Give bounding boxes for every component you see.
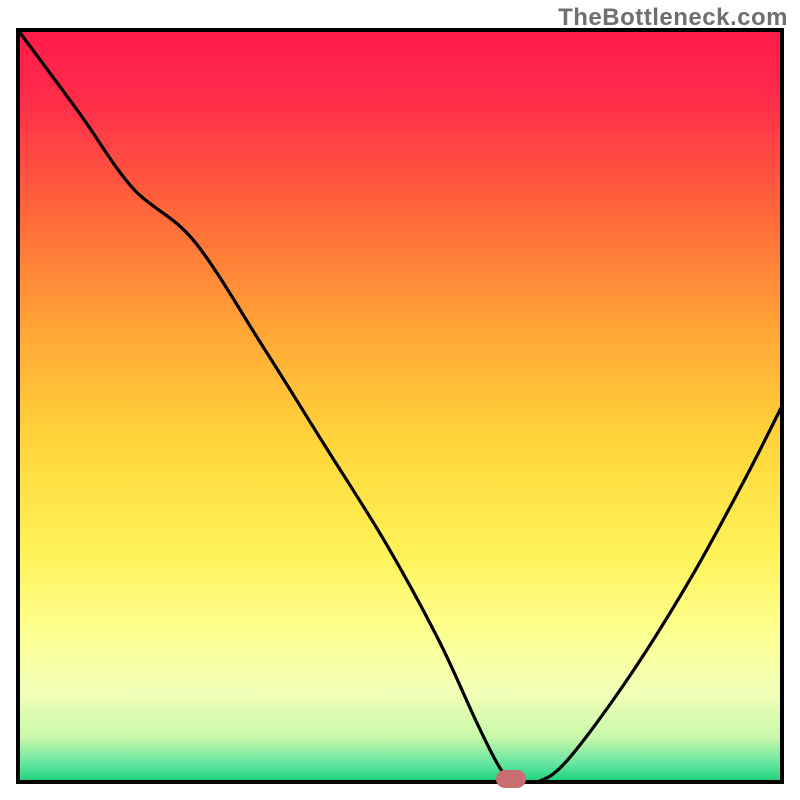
chart-frame: TheBottleneck.com [0, 0, 800, 800]
plot-background [18, 30, 782, 782]
chart-canvas [0, 0, 800, 800]
selected-point-marker[interactable] [496, 770, 526, 788]
attribution-label: TheBottleneck.com [558, 4, 788, 32]
